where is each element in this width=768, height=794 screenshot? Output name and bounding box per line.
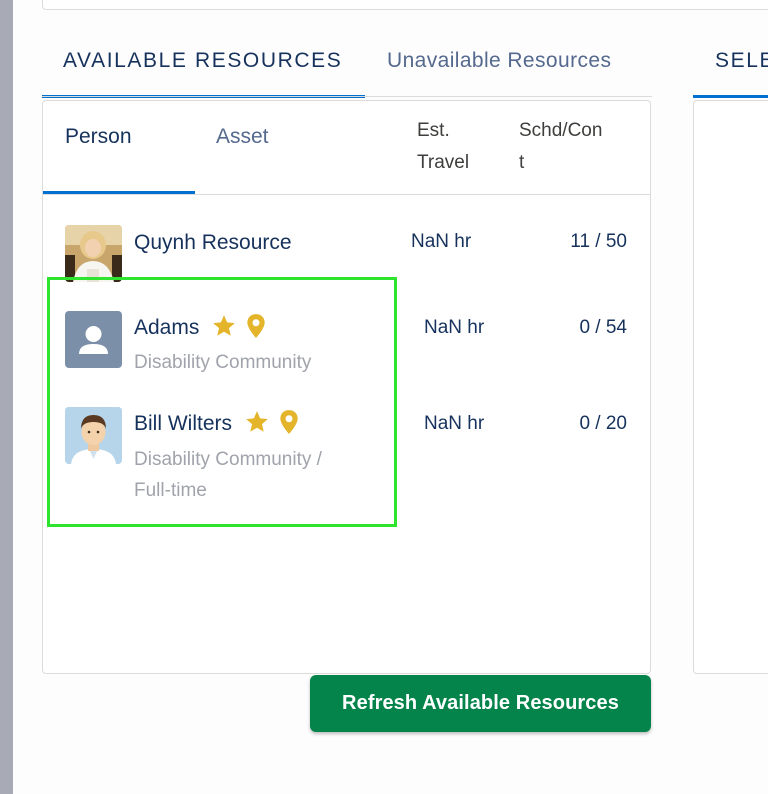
- location-pin-icon: [280, 410, 298, 434]
- tab-selected-resources[interactable]: SELE: [693, 46, 768, 98]
- schd-cont-value: 0 / 54: [579, 317, 627, 338]
- resource-name: Quynh Resource: [134, 231, 292, 254]
- top-card-edge: [42, 0, 768, 10]
- resource-name: Bill Wilters: [134, 412, 232, 435]
- location-pin-icon: [247, 314, 265, 338]
- refresh-available-resources-button[interactable]: Refresh Available Resources: [310, 675, 651, 732]
- column-header-est-travel[interactable]: Est. Travel: [417, 115, 507, 179]
- resource-row-quynh[interactable]: Quynh Resource NaN hr 11 / 50: [42, 222, 651, 282]
- resource-name: Adams: [134, 316, 200, 339]
- tab-unavailable-label: Unavailable Resources: [387, 49, 612, 72]
- tab-available-resources[interactable]: AVAILABLE RESOURCES: [42, 46, 365, 98]
- est-travel-value: NaN hr: [424, 413, 485, 434]
- column-header-travel-line2: Travel: [417, 152, 470, 173]
- cartoon-man-icon: [65, 407, 122, 464]
- left-scroll-edge: [0, 0, 13, 794]
- generic-user-avatar: [65, 311, 122, 368]
- tab-unavailable-resources[interactable]: Unavailable Resources: [387, 46, 611, 98]
- resource-name-line: Adams: [134, 314, 267, 342]
- column-header-schd-line2: t: [519, 152, 525, 173]
- user-icon: [79, 326, 108, 354]
- schd-cont-value: 0 / 20: [579, 413, 627, 434]
- resource-subtitle: Disability Community /: [134, 449, 322, 470]
- tab-selected-label: SELE: [715, 49, 768, 72]
- sub-tab-person[interactable]: Person: [43, 101, 195, 194]
- star-icon: [213, 315, 236, 336]
- resource-row-adams[interactable]: Adams Disability Community NaN hr 0 / 54: [42, 308, 651, 388]
- sub-tab-asset-label: Asset: [216, 125, 269, 148]
- schd-cont-value: 11 / 50: [570, 231, 627, 252]
- resource-subtitle-line2: Full-time: [134, 480, 207, 501]
- sub-tab-person-label: Person: [65, 125, 132, 148]
- est-travel-value: NaN hr: [424, 317, 485, 338]
- resource-subtitle: Disability Community: [134, 352, 312, 373]
- column-header-schd-cont[interactable]: Schd/Con t: [519, 115, 629, 179]
- photo-avatar-image: [65, 225, 122, 282]
- selected-resources-panel: [693, 100, 768, 674]
- cartoon-man-avatar: [65, 407, 122, 464]
- column-header-travel-line1: Est.: [417, 120, 450, 141]
- resource-row-bill-wilters[interactable]: Bill Wilters Disability Community / Full…: [42, 404, 651, 514]
- header-divider: [43, 194, 650, 195]
- sub-tab-asset[interactable]: Asset: [216, 122, 269, 152]
- photo-avatar: [65, 225, 122, 282]
- tab-available-label: AVAILABLE RESOURCES: [63, 49, 343, 72]
- tabs-divider: [42, 96, 652, 97]
- est-travel-value: NaN hr: [411, 231, 472, 252]
- resource-name-line: Bill Wilters: [134, 410, 300, 438]
- star-icon: [246, 411, 268, 432]
- column-header-schd-line1: Schd/Con: [519, 120, 603, 141]
